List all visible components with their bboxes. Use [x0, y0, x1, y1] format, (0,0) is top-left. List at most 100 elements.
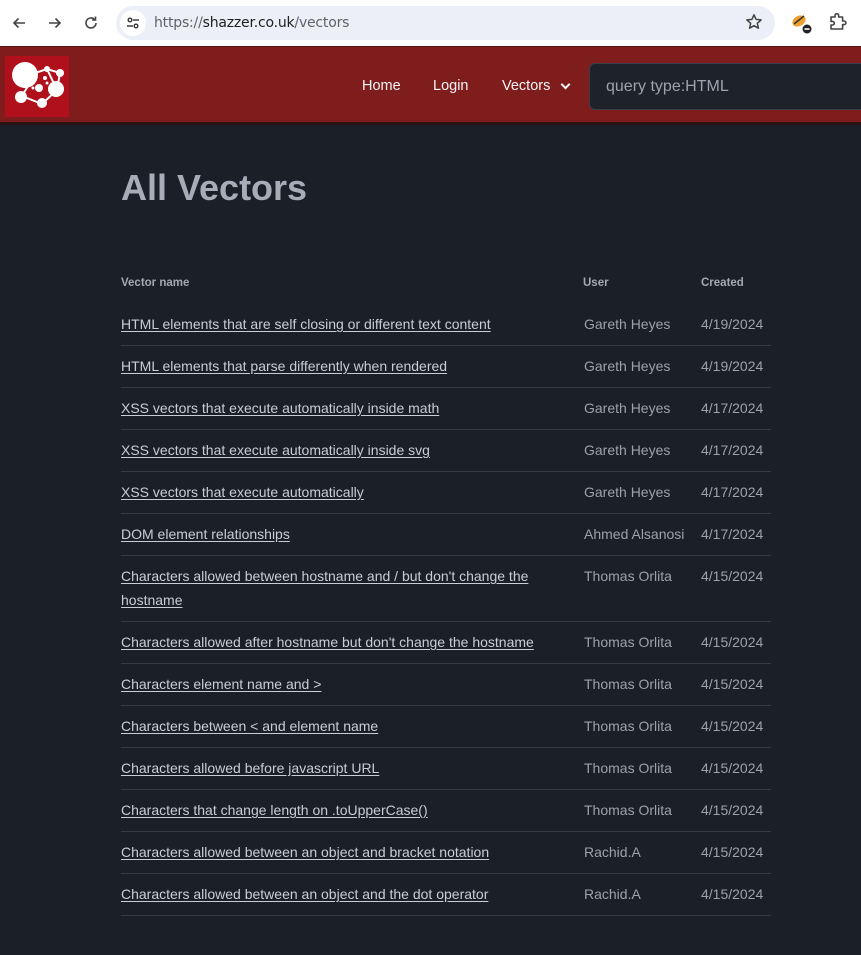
table-row: XSS vectors that execute automatically i… — [121, 387, 771, 430]
vector-name-cell: Characters that change length on .toUppe… — [121, 789, 583, 832]
vector-user: Thomas Orlita — [583, 789, 701, 832]
table-row: HTML elements that are self closing or d… — [121, 304, 771, 346]
vector-name-cell: HTML elements that parse differently whe… — [121, 345, 583, 388]
vector-name-cell: Characters element name and > — [121, 663, 583, 706]
vector-created-date: 4/17/2024 — [701, 513, 771, 556]
vector-name-cell: Characters allowed between hostname and … — [121, 555, 583, 622]
nav-vectors-label: Vectors — [502, 78, 551, 94]
vector-user: Gareth Heyes — [583, 304, 701, 346]
star-icon — [746, 14, 762, 29]
arrow-left-icon — [12, 17, 25, 29]
table-row: Characters that change length on .toUppe… — [121, 789, 771, 832]
extensions-menu-button[interactable] — [828, 12, 848, 32]
vector-created-date: 4/19/2024 — [701, 304, 771, 346]
vector-link[interactable]: XSS vectors that execute automatically — [121, 484, 364, 500]
vector-name-cell: XSS vectors that execute automatically i… — [121, 387, 583, 430]
back-button[interactable] — [1, 5, 37, 41]
column-header-user[interactable]: User — [583, 277, 701, 304]
vector-created-date: 4/15/2024 — [701, 831, 771, 874]
vector-user: Gareth Heyes — [583, 429, 701, 472]
vector-link[interactable]: HTML elements that are self closing or d… — [121, 316, 491, 332]
table-row: Characters allowed between an object and… — [121, 873, 771, 916]
vector-created-date: 4/15/2024 — [701, 789, 771, 832]
table-row: HTML elements that parse differently whe… — [121, 345, 771, 388]
vector-created-date: 4/19/2024 — [701, 345, 771, 388]
vector-link[interactable]: XSS vectors that execute automatically i… — [121, 400, 439, 416]
site-header: Home Login Vectors — [0, 46, 861, 125]
vector-user: Rachid.A — [583, 873, 701, 916]
vector-name-cell: XSS vectors that execute automatically i… — [121, 429, 583, 472]
table-row: DOM element relationships Ahmed Alsanosi 4… — [121, 513, 771, 556]
site-logo[interactable] — [5, 56, 69, 117]
nav-login-link[interactable]: Login — [433, 78, 468, 94]
search-input[interactable] — [589, 63, 861, 110]
nav-home-link[interactable]: Home — [362, 78, 401, 94]
vector-created-date: 4/15/2024 — [701, 621, 771, 664]
vector-link[interactable]: HTML elements that parse differently whe… — [121, 358, 447, 374]
site-info-button[interactable] — [120, 10, 146, 36]
vectors-table: Vector name User Created HTML elements t… — [121, 277, 771, 916]
chevron-down-icon — [560, 79, 571, 89]
forward-button[interactable] — [37, 5, 73, 41]
extension-blocked-icon — [792, 15, 812, 34]
vector-link[interactable]: Characters allowed after hostname but do… — [121, 634, 534, 650]
vector-user: Thomas Orlita — [583, 555, 701, 622]
vector-created-date: 4/17/2024 — [701, 387, 771, 430]
vector-created-date: 4/17/2024 — [701, 429, 771, 472]
url-path: /vectors — [294, 15, 350, 31]
reload-icon — [85, 16, 97, 29]
vector-user: Rachid.A — [583, 831, 701, 874]
table-row: Characters allowed after hostname but do… — [121, 621, 771, 664]
url-text[interactable]: https://shazzer.co.uk/vectors — [154, 15, 349, 31]
vector-user: Thomas Orlita — [583, 621, 701, 664]
vector-link[interactable]: Characters allowed between hostname and … — [121, 568, 528, 608]
browser-toolbar: https://shazzer.co.uk/vectors — [0, 0, 861, 46]
nav-vectors-dropdown[interactable]: Vectors — [502, 78, 571, 94]
vector-user: Thomas Orlita — [583, 747, 701, 790]
table-row: Characters allowed between hostname and … — [121, 555, 771, 622]
vector-link[interactable]: Characters allowed between an object and… — [121, 886, 488, 902]
table-row: Characters allowed before javascript URL… — [121, 747, 771, 790]
table-row: XSS vectors that execute automatically Ga… — [121, 471, 771, 514]
vector-name-cell: Characters allowed between an object and… — [121, 873, 583, 916]
reload-button[interactable] — [73, 5, 109, 41]
vector-name-cell: HTML elements that are self closing or d… — [121, 304, 583, 346]
vector-user: Gareth Heyes — [583, 471, 701, 514]
vector-link[interactable]: Characters element name and > — [121, 676, 321, 692]
vector-name-cell: Characters allowed between an object and… — [121, 831, 583, 874]
extension-button[interactable] — [790, 12, 812, 34]
arrow-right-icon — [49, 17, 62, 29]
vector-name-cell: Characters between < and element name — [121, 705, 583, 748]
main-content: All Vectors Vector name User Created HTM… — [0, 125, 861, 955]
vector-link[interactable]: Characters that change length on .toUppe… — [121, 802, 428, 818]
vector-link[interactable]: DOM element relationships — [121, 526, 290, 542]
vector-created-date: 4/17/2024 — [701, 471, 771, 514]
molecule-logo-icon — [12, 62, 64, 108]
vector-name-cell: Characters allowed before javascript URL — [121, 747, 583, 790]
url-scheme: https:// — [154, 15, 203, 31]
vector-user: Thomas Orlita — [583, 663, 701, 706]
tune-icon — [127, 17, 139, 29]
column-header-created[interactable]: Created — [701, 277, 771, 304]
page-title: All Vectors — [121, 167, 308, 208]
vector-user: Gareth Heyes — [583, 387, 701, 430]
vector-link[interactable]: XSS vectors that execute automatically i… — [121, 442, 430, 458]
vector-created-date: 4/15/2024 — [701, 663, 771, 706]
vector-user: Gareth Heyes — [583, 345, 701, 388]
vector-user: Thomas Orlita — [583, 705, 701, 748]
table-row: Characters allowed between an object and… — [121, 831, 771, 874]
table-row: Characters element name and > Thomas Orli… — [121, 663, 771, 706]
address-bar[interactable]: https://shazzer.co.uk/vectors — [116, 6, 775, 40]
vector-link[interactable]: Characters allowed before javascript URL — [121, 760, 379, 776]
url-host: shazzer.co.uk — [202, 15, 295, 31]
bookmark-button[interactable] — [745, 13, 763, 35]
table-row: XSS vectors that execute automatically i… — [121, 429, 771, 472]
column-header-vector-name[interactable]: Vector name — [121, 277, 583, 304]
vector-created-date: 4/15/2024 — [701, 747, 771, 790]
vector-link[interactable]: Characters between < and element name — [121, 718, 378, 734]
vector-user: Ahmed Alsanosi — [583, 513, 701, 556]
vector-created-date: 4/15/2024 — [701, 555, 771, 622]
vector-link[interactable]: Characters allowed between an object and… — [121, 844, 489, 860]
vector-name-cell: DOM element relationships — [121, 513, 583, 556]
puzzle-icon — [830, 12, 847, 30]
